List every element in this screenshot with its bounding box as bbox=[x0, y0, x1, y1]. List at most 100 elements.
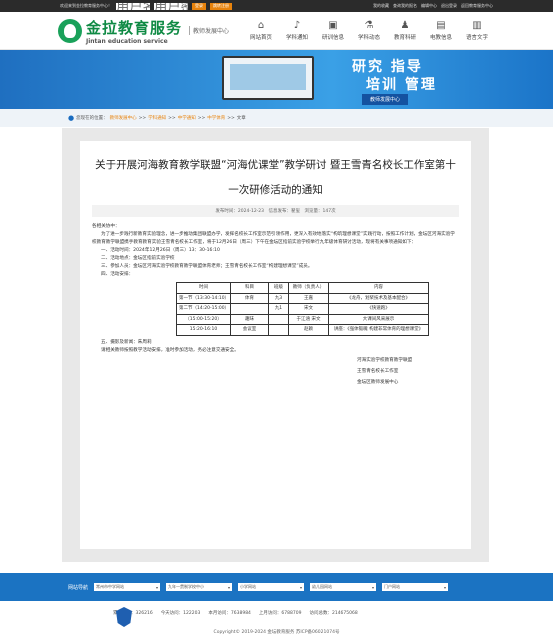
greeting: 各相关协中： bbox=[92, 224, 120, 229]
chevron-down-icon: ▾ bbox=[300, 584, 303, 590]
table-cell: 第二节（14:20-15:00） bbox=[176, 303, 231, 315]
table-cell: 第一节（13:30-14:10） bbox=[176, 292, 231, 304]
breadcrumb-link[interactable]: 教师发展中心 bbox=[110, 115, 137, 121]
chevron-down-icon: ▾ bbox=[372, 584, 375, 590]
article-title: 关于开展河海教育教学联盟“河海优课堂”教学研讨 暨王雪青名校长工作室第十一次研修… bbox=[95, 159, 456, 196]
site-nav-label: 网站导航 bbox=[68, 584, 89, 591]
nav-item-research[interactable]: ♟ 教育科研 bbox=[387, 20, 423, 41]
table-cell bbox=[268, 313, 289, 325]
breadcrumb-link[interactable]: 学科通知 bbox=[148, 115, 166, 121]
table-cell bbox=[230, 303, 269, 315]
breadcrumb: ● 您现在的位置： 教师发展中心 >> 学科通知 >> 中学通知 >> 中学体育 >> … bbox=[0, 109, 553, 127]
site-select[interactable]: 门户网站 ▾ bbox=[382, 583, 449, 591]
table-cell: 大课间风采展示 bbox=[328, 313, 429, 325]
table-cell bbox=[268, 324, 289, 336]
site-header: 金拉教育服务 Jintan education service 教师发展中心 ⌂… bbox=[0, 12, 553, 50]
article-meta: 发布时间：2024-12-23 信息发布：翟玺 浏览量：147次 bbox=[92, 205, 459, 217]
monitor-illustration bbox=[222, 56, 314, 100]
top-link[interactable]: 编辑中心 bbox=[421, 3, 437, 9]
chevron-down-icon: ▾ bbox=[156, 584, 159, 590]
footer: 网站导航 常州市中学网站 ▾ 九年一贯制学校中小 ▾ 小学网站 ▾ 幼儿园网站 ▾ 门户… bbox=[0, 573, 553, 643]
logo-title: 金拉教育服务 bbox=[86, 18, 183, 37]
nav-label: 学科通知 bbox=[285, 35, 308, 41]
top-link[interactable]: 我的收藏 bbox=[373, 3, 389, 9]
article-area: 关于开展河海教育教学联盟“河海优课堂”教学研讨 暨王雪青名校长工作室第十一次研修… bbox=[62, 128, 489, 562]
table-header: 时间 bbox=[176, 282, 231, 294]
site-department: 教师发展中心 bbox=[189, 26, 229, 35]
banner: 研究 指导 培训 管理 教师发展中心 bbox=[0, 50, 553, 109]
welcome-text: 欢迎来到金拉教育服务中心！ bbox=[60, 3, 112, 8]
info-line: 四、活动安排： bbox=[101, 272, 134, 277]
nav-label: 教育科研 bbox=[393, 35, 416, 41]
computer-icon: ▤ bbox=[436, 20, 446, 31]
table-cell: 于江涵 宋文 bbox=[288, 313, 329, 325]
top-bar: 欢迎来到金拉教育服务中心！ 登录 跳转注册 我的收藏 查询我的报名 编辑中心 退… bbox=[0, 0, 553, 12]
nav-label: 语言文字 bbox=[465, 35, 488, 41]
table-cell: 体育 bbox=[230, 292, 269, 304]
nav-item-language[interactable]: ▥ 语言文字 bbox=[459, 20, 495, 41]
table-cell: 会议室 bbox=[230, 324, 269, 336]
nav-item-notice[interactable]: ♪ 学科通知 bbox=[279, 20, 315, 41]
police-badge-icon[interactable] bbox=[116, 607, 132, 627]
site-logo[interactable]: 金拉教育服务 Jintan education service 教师发展中心 bbox=[58, 17, 229, 45]
site-select[interactable]: 九年一贯制学校中小 ▾ bbox=[166, 583, 233, 591]
nav-item-eteach[interactable]: ▤ 电教信息 bbox=[423, 20, 459, 41]
info-line: 二、活动地点：金坛区指前实验学校 bbox=[101, 256, 175, 261]
microscope-icon: ♟ bbox=[400, 20, 410, 31]
article: 关于开展河海教育教学联盟“河海优课堂”教学研讨 暨王雪青名校长工作室第十一次研修… bbox=[80, 141, 471, 549]
banner-line1: 研究 指导 bbox=[352, 59, 423, 75]
table-row: 第二节（14:20-15:00） 九1 宋文 《快速跑》 bbox=[176, 303, 429, 315]
nav-item-dynamics[interactable]: ⚗ 学科动态 bbox=[351, 20, 387, 41]
site-select[interactable]: 常州市中学网站 ▾ bbox=[94, 583, 161, 591]
table-row: 第一节（13:30-14:10） 体育 九3 王嘉 《龙舟，划桨技术及基本配合》 bbox=[176, 292, 429, 304]
breadcrumb-prefix: 您现在的位置： bbox=[76, 116, 108, 121]
flask-icon: ⚗ bbox=[364, 20, 374, 31]
stat-item: 今天访问：122203 bbox=[160, 611, 201, 616]
username-input[interactable] bbox=[116, 2, 150, 10]
signature-line: 河海实验学校教育教学联盟 bbox=[357, 357, 413, 363]
select-value: 幼儿园网站 bbox=[312, 584, 333, 589]
top-link[interactable]: 退出登录 bbox=[441, 3, 457, 9]
chevron-down-icon: ▾ bbox=[444, 584, 447, 590]
table-header: 教师（负责人） bbox=[288, 282, 329, 294]
top-link[interactable]: 返回教育服务中心 bbox=[461, 3, 493, 9]
stat-item: 本月访问：7638984 bbox=[208, 611, 251, 616]
site-select[interactable]: 小学网站 ▾ bbox=[238, 583, 305, 591]
book-icon: ▥ bbox=[472, 20, 482, 31]
location-pin-icon: ● bbox=[68, 114, 75, 122]
password-input[interactable] bbox=[154, 2, 188, 10]
megaphone-icon: ♪ bbox=[293, 20, 301, 31]
site-select[interactable]: 幼儿园网站 ▾ bbox=[310, 583, 377, 591]
select-value: 小学网站 bbox=[240, 584, 257, 589]
nav-label: 研训信息 bbox=[321, 35, 344, 41]
register-button[interactable]: 跳转注册 bbox=[210, 2, 232, 10]
table-header: 科目 bbox=[230, 282, 269, 294]
select-value: 常州市中学网站 bbox=[96, 584, 125, 589]
table-header-row: 时间 科目 班级 教师（负责人） 内容 bbox=[176, 282, 429, 294]
table-header: 内容 bbox=[328, 282, 429, 294]
table-cell: 《快速跑》 bbox=[328, 303, 429, 315]
banner-line2: 培训 管理 bbox=[366, 77, 437, 93]
select-value: 九年一贯制学校中小 bbox=[168, 584, 205, 589]
nav-label: 电教信息 bbox=[429, 35, 452, 41]
nav-item-home[interactable]: ⌂ 网站首页 bbox=[243, 20, 279, 41]
tv-icon: ▣ bbox=[328, 20, 338, 31]
info-line: 一、活动时间：2024年12月26日（周三）13：30-16:10 bbox=[101, 248, 220, 253]
banner-tag: 教师发展中心 bbox=[362, 94, 409, 105]
info-line: 三、参加人员：金坛区河海实验学校教育教学联盟体育老师；王雪青名校长工作室“构建理… bbox=[101, 264, 313, 269]
logo-emblem bbox=[58, 18, 82, 43]
breadcrumb-link[interactable]: 中学体育 bbox=[207, 115, 225, 121]
table-cell: 趣味 bbox=[230, 313, 269, 325]
login-button[interactable]: 登录 bbox=[192, 2, 206, 10]
table-cell: 讲座：《强体锻魄 构建非常体育的理想课堂》 bbox=[328, 324, 429, 336]
table-cell: 王嘉 bbox=[288, 292, 329, 304]
breadcrumb-link[interactable]: 中学通知 bbox=[178, 115, 196, 121]
signature: 河海实验学校教育教学联盟 王雪青名校长工作室 金坛区教师发展中心 bbox=[357, 355, 459, 388]
signature-line: 王雪青名校长工作室 bbox=[357, 368, 399, 374]
stat-item: 访问总数：214675068 bbox=[309, 611, 358, 616]
breadcrumb-current: 文章 bbox=[236, 116, 246, 121]
top-link[interactable]: 查询我的报名 bbox=[393, 3, 417, 9]
nav-item-training[interactable]: ▣ 研训信息 bbox=[315, 20, 351, 41]
nav-label: 网站首页 bbox=[249, 35, 272, 41]
breadcrumb-sep: >> bbox=[227, 115, 235, 121]
